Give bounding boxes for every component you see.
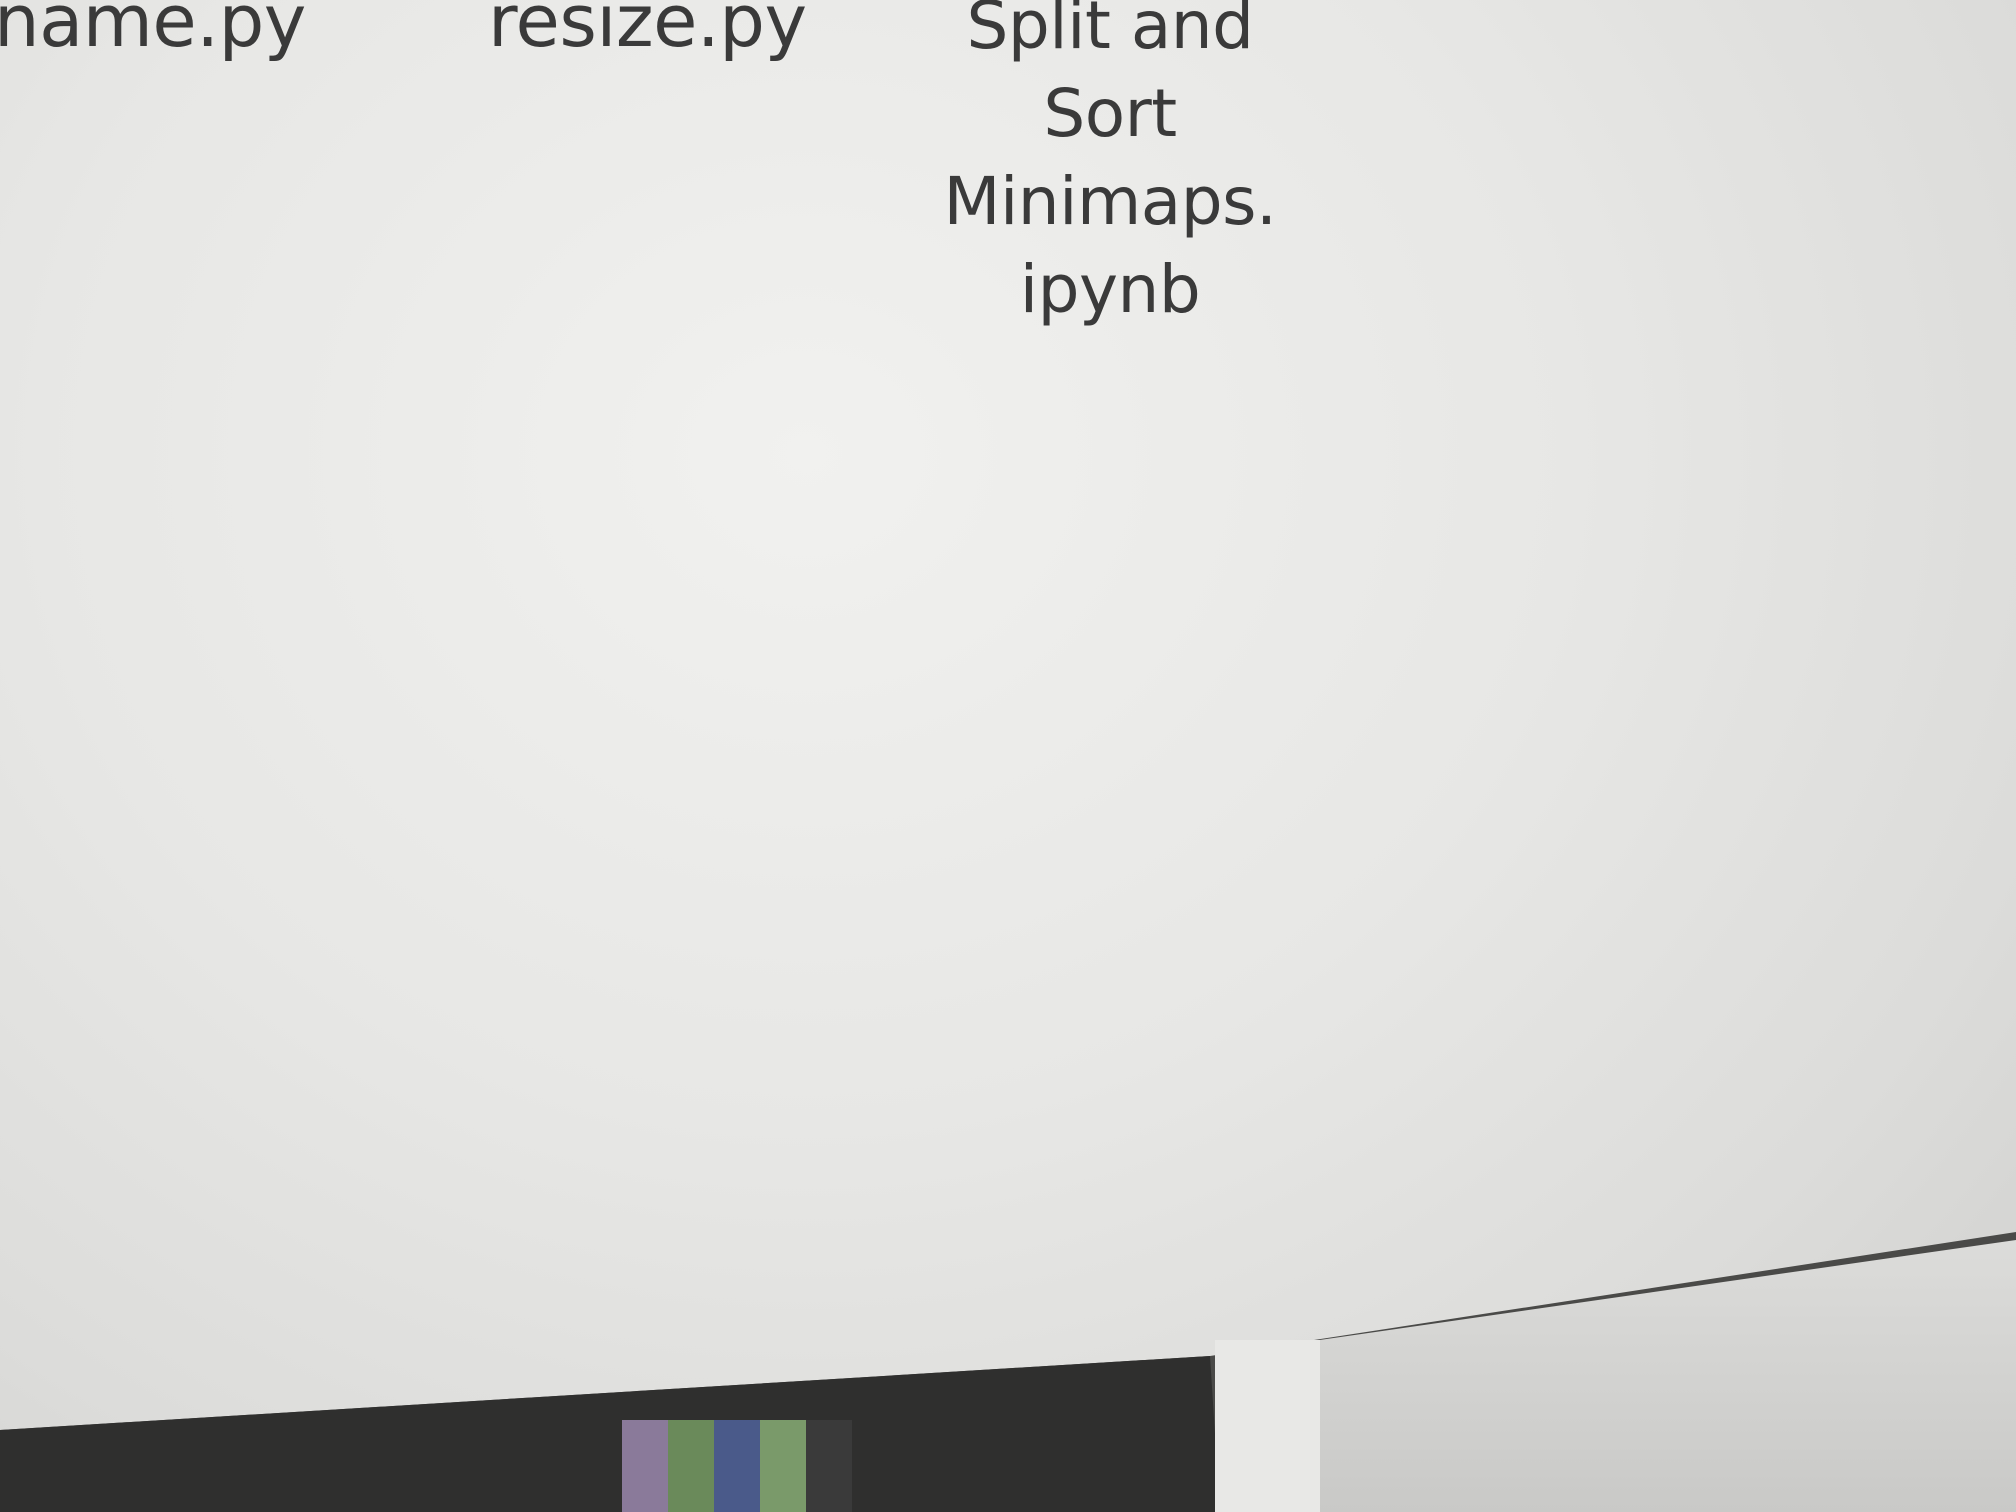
file-item-name-py[interactable]: name.py — [0, 0, 306, 64]
file-name-line: Minimaps. — [943, 163, 1277, 240]
icon-fragment — [668, 1420, 714, 1512]
icon-fragment — [760, 1420, 806, 1512]
file-item-resize-py[interactable]: resize.py — [488, 0, 807, 64]
file-name-line: ipynb — [1019, 251, 1201, 328]
file-name-line: Split and — [966, 0, 1255, 64]
monitor-photo: name.py resize.py Split and Sort Minimap… — [0, 0, 2016, 1512]
icon-fragment — [806, 1420, 852, 1512]
icon-fragment — [622, 1420, 668, 1512]
dock-app-icon[interactable] — [622, 1420, 852, 1512]
file-name-line: Sort — [1043, 75, 1177, 152]
icon-fragment — [714, 1420, 760, 1512]
panel-divider-strip — [1215, 1340, 1320, 1512]
file-item-split-and-sort-minimaps-ipynb[interactable]: Split and Sort Minimaps. ipynb — [940, 0, 1280, 334]
